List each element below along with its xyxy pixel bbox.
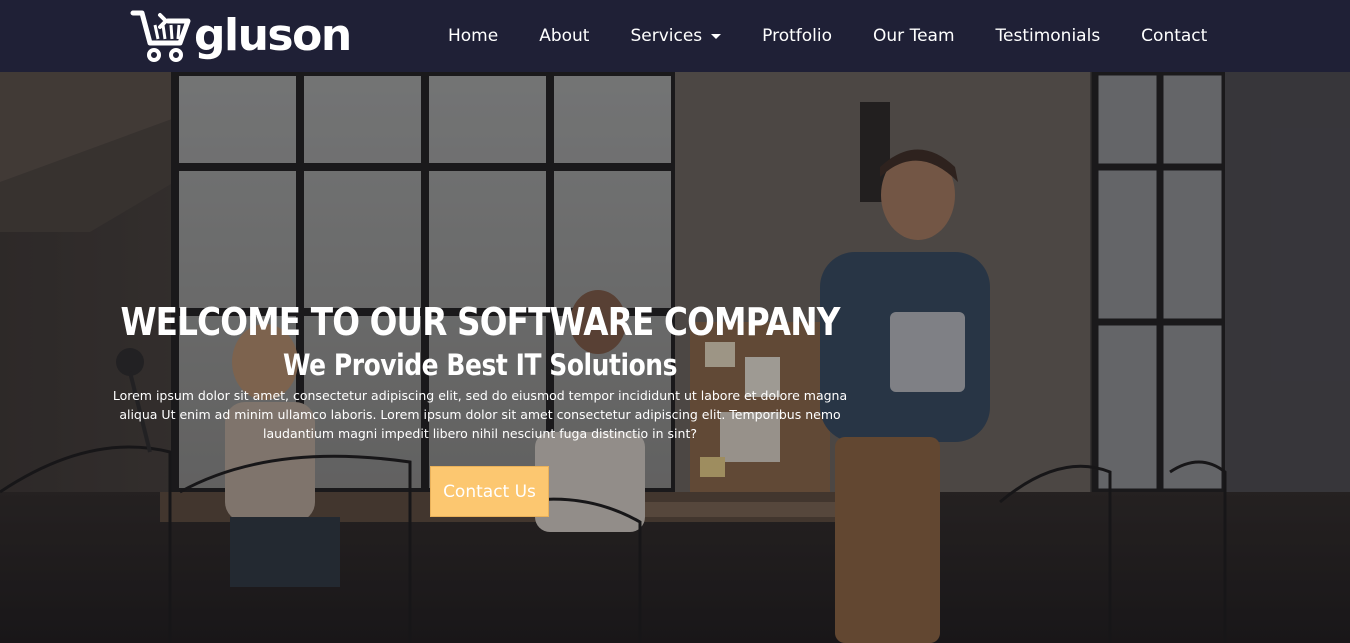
nav-item-our-team[interactable]: Our Team: [873, 26, 954, 46]
nav-label: Protfolio: [762, 26, 833, 46]
nav-menu: Home About Services Protfolio Our Team T…: [448, 0, 1207, 72]
hero-subtitle: We Provide Best IT Solutions: [282, 348, 678, 382]
hero-section: WELCOME TO OUR SOFTWARE COMPANY We Provi…: [0, 72, 1350, 643]
logo[interactable]: gluson: [130, 6, 352, 66]
shopping-cart-icon: [130, 10, 191, 62]
nav-label: Contact: [1141, 26, 1208, 46]
caret-down-icon: [711, 33, 722, 39]
nav-item-contact[interactable]: Contact: [1141, 26, 1207, 46]
hero-description: Lorem ipsum dolor sit amet, consectetur …: [112, 388, 848, 441]
nav-item-testimonials[interactable]: Testimonials: [996, 26, 1101, 46]
nav-label: Our Team: [873, 26, 955, 46]
brand-name: gluson: [194, 10, 352, 61]
hero-title: WELCOME TO OUR SOFTWARE COMPANY: [120, 300, 840, 344]
navbar: gluson Home About Services Protfolio Our…: [0, 0, 1350, 72]
nav-item-about[interactable]: About: [539, 26, 589, 46]
nav-item-home[interactable]: Home: [448, 26, 498, 46]
nav-label: Home: [448, 26, 499, 46]
nav-label: Testimonials: [995, 26, 1101, 46]
nav-label: Services: [630, 26, 703, 46]
nav-item-services[interactable]: Services: [630, 26, 722, 46]
nav-item-portfolio[interactable]: Protfolio: [762, 26, 832, 46]
nav-label: About: [539, 26, 590, 46]
contact-us-button[interactable]: Contact Us: [430, 466, 549, 517]
